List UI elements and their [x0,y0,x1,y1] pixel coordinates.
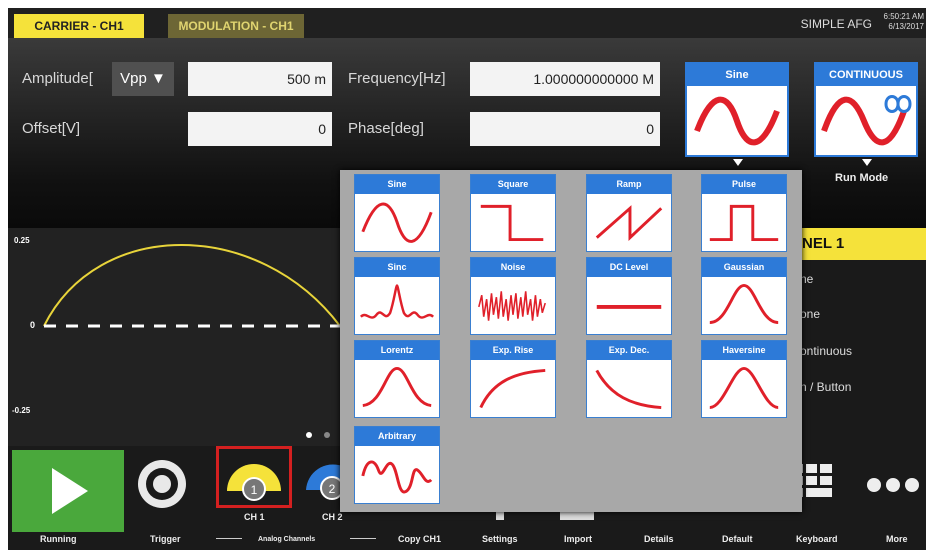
amplitude-field[interactable]: 500 m [188,62,332,96]
waveform-option-ramp[interactable]: Ramp [586,174,672,252]
waveform-option-sinc[interactable]: Sinc [354,257,440,335]
waveform-option-label: Sinc [355,258,439,277]
page-dot-active[interactable] [306,432,312,438]
phase-field[interactable]: 0 [470,112,660,146]
ch2-number: 2 [329,482,336,496]
running-label[interactable]: Running [40,534,77,544]
waveform-option-pulse[interactable]: Pulse [701,174,787,252]
details-label[interactable]: Details [644,534,674,544]
analog-divider-right [350,538,376,539]
run-mode-caret-icon [862,159,872,166]
run-mode-button-label: CONTINUOUS [816,64,916,86]
waveform-option-label: Ramp [587,175,671,194]
waveform-option-label: Exp. Dec. [587,341,671,360]
waveform-option-exp-rise[interactable]: Exp. Rise [470,340,556,418]
dropdown-caret-icon [733,159,743,166]
ch2-label: CH 2 [322,512,343,522]
waveform-option-exp-dec[interactable]: Exp. Dec. [586,340,672,418]
more-icon[interactable] [864,474,924,496]
waveform-menu-popup: Sine Square Ramp Pulse Sinc Noise DC Level Gaus… [340,170,802,512]
continuous-mode-icon [821,95,912,146]
dc-level-icon [596,305,662,309]
settings-label[interactable]: Settings [482,534,518,544]
waveform-option-gaussian[interactable]: Gaussian [701,257,787,335]
run-mode-caption: Run Mode [835,172,889,184]
channel-1-icon: 1 [227,464,281,501]
more-label[interactable]: More [886,534,908,544]
waveform-option-noise[interactable]: Noise [470,257,556,335]
waveform-trace [43,244,341,328]
waveform-option-label: Sine [355,175,439,194]
square-wave-icon [480,204,544,242]
sine-wave-icon [694,96,780,146]
waveform-option-label: DC Level [587,258,671,277]
waveform-option-label: Square [471,175,555,194]
noise-wave-icon [478,291,546,321]
page-dot[interactable] [324,432,330,438]
waveform-option-arbitrary[interactable]: Arbitrary [354,426,440,504]
import-label[interactable]: Import [564,534,592,544]
phase-label: Phase[deg] [348,120,424,137]
run-button[interactable] [12,450,124,532]
channel-info-modulation: one [800,307,821,321]
waveform-option-label: Arbitrary [355,427,439,446]
lorentz-wave-icon [362,366,432,408]
waveform-option-lorentz[interactable]: Lorentz [354,340,440,418]
waveform-option-label: Pulse [702,175,786,194]
afg-app: CARRIER - CH1 MODULATION - CH1 SIMPLE AF… [0,0,926,550]
sinc-wave-icon [359,284,435,319]
top-tab-bar: CARRIER - CH1 MODULATION - CH1 SIMPLE AF… [8,8,926,38]
trigger-button[interactable] [134,456,190,512]
waveform-option-label: Exp. Rise [471,341,555,360]
analog-channels-label: Analog Channels [258,536,316,543]
settings-icon[interactable] [496,512,504,520]
analog-divider-left [216,538,242,539]
ramp-wave-icon [595,205,663,242]
app-name: SIMPLE AFG [800,17,872,31]
play-icon [52,468,88,514]
exp-rise-icon [479,368,546,409]
import-icon[interactable] [560,512,594,520]
trigger-label[interactable]: Trigger [150,534,181,544]
amplitude-unit-select[interactable]: Vpp ▼ [112,62,174,96]
waveform-button-label: Sine [687,64,787,86]
frequency-label: Frequency[Hz] [348,70,446,87]
amplitude-label: Amplitude[ [22,70,93,87]
waveform-option-dc-level[interactable]: DC Level [586,257,672,335]
copy-ch1-label[interactable]: Copy CH1 [398,534,441,544]
haversine-icon [709,366,779,409]
waveform-option-label: Gaussian [702,258,786,277]
clock-time: 6:50:21 AM [883,12,924,21]
ch2-button[interactable]: 2 [302,450,342,506]
ch1-button[interactable]: 1 [216,446,292,508]
gaussian-wave-icon [709,283,779,325]
clock: 6:50:21 AM 6/13/2017 [884,12,924,32]
waveform-option-square[interactable]: Square [470,174,556,252]
offset-label: Offset[V] [22,120,81,137]
waveform-select-button[interactable]: Sine [685,62,789,157]
exp-decay-icon [595,369,662,409]
offset-field[interactable]: 0 [188,112,332,146]
ch1-number: 1 [251,483,258,497]
run-mode-button[interactable]: CONTINUOUS [814,62,918,157]
channel-info-run-mode: ontinuous [800,344,853,358]
keyboard-label[interactable]: Keyboard [796,534,838,544]
waveform-option-haversine[interactable]: Haversine [701,340,787,418]
tab-modulation-ch1[interactable]: MODULATION - CH1 [168,14,304,38]
arbitrary-wave-icon [361,460,433,494]
tab-carrier-ch1[interactable]: CARRIER - CH1 [14,14,144,38]
waveform-option-label: Noise [471,258,555,277]
default-label[interactable]: Default [722,534,753,544]
sine-wave-icon [361,202,433,243]
waveform-option-label: Lorentz [355,341,439,360]
waveform-option-sine[interactable]: Sine [354,174,440,252]
waveform-option-label: Haversine [702,341,786,360]
clock-date: 6/13/2017 [888,22,924,31]
channel-info-trigger: n / Button [800,380,852,394]
channel-info-waveform: ne [800,272,814,286]
ch1-label: CH 1 [244,512,265,522]
frequency-field[interactable]: 1.000000000000 M [470,62,660,96]
pulse-wave-icon [709,204,779,242]
